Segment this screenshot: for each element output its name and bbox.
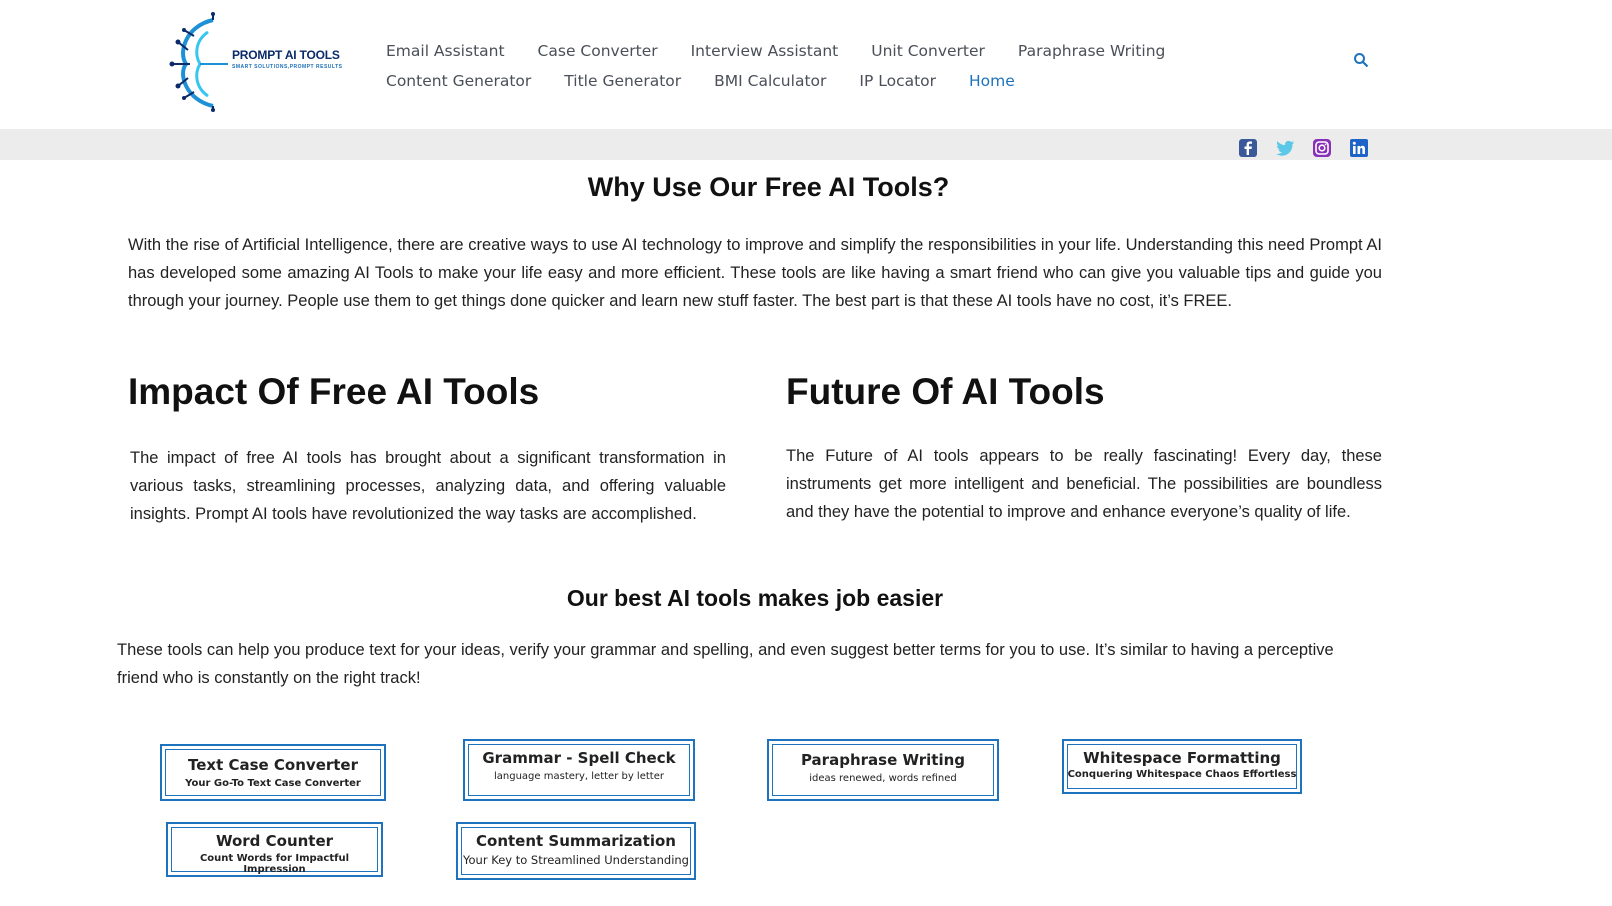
linkedin-icon[interactable]	[1349, 138, 1369, 158]
grammar-spell-check-button[interactable]: Grammar - Spell Check language mastery, …	[463, 739, 695, 801]
nav-unit-converter[interactable]: Unit Converter	[871, 42, 985, 60]
nav-row: Content Generator Title Generator BMI Ca…	[386, 66, 1206, 96]
tool-name: Text Case Converter	[187, 756, 359, 774]
search-icon[interactable]	[1353, 52, 1369, 68]
why-text: With the rise of Artificial Intelligence…	[128, 236, 1382, 310]
best-text: These tools can help you produce text fo…	[117, 641, 1334, 687]
impact-text: The impact of free AI tools has brought …	[130, 449, 726, 523]
tool-name: Paraphrase Writing	[800, 751, 966, 769]
tool-name: Whitespace Formatting	[1083, 749, 1281, 767]
site-logo[interactable]: PROMPT AI TOOLS SMART SOLUTIONS,PROMPT R…	[168, 12, 352, 112]
instagram-icon[interactable]	[1312, 138, 1332, 158]
content-summarization-button[interactable]: Content Summarization Your Key to Stream…	[456, 822, 696, 880]
tool-tagline: Conquering Whitespace Chaos Effortless	[1067, 769, 1297, 780]
nav-row: Email Assistant Case Converter Interview…	[386, 36, 1206, 66]
best-title: Our best AI tools makes job easier	[566, 585, 944, 611]
tool-tagline: Your Go-To Text Case Converter	[185, 778, 361, 789]
nav-paraphrase-writing[interactable]: Paraphrase Writing	[1018, 42, 1165, 60]
text-case-converter-button[interactable]: Text Case Converter Your Go-To Text Case…	[160, 744, 386, 801]
why-title: Why Use Our Free AI Tools?	[587, 172, 950, 202]
logo-tagline: SMART SOLUTIONS,PROMPT RESULTS	[232, 64, 343, 70]
twitter-icon[interactable]	[1275, 138, 1295, 158]
facebook-icon[interactable]	[1238, 138, 1258, 158]
nav-home[interactable]: Home	[969, 72, 1015, 90]
nav-email-assistant[interactable]: Email Assistant	[386, 42, 505, 60]
word-counter-button[interactable]: Word Counter Count Words for Impactful I…	[166, 822, 383, 877]
nav-case-converter[interactable]: Case Converter	[538, 42, 658, 60]
site-header: PROMPT AI TOOLS SMART SOLUTIONS,PROMPT R…	[0, 0, 1612, 129]
tool-tagline: Count Words for Impactful Impression	[199, 853, 350, 875]
main-nav: Email Assistant Case Converter Interview…	[386, 36, 1206, 96]
paraphrase-writing-button[interactable]: Paraphrase Writing ideas renewed, words …	[767, 739, 999, 801]
tool-name: Word Counter	[215, 832, 334, 850]
social-bar	[0, 129, 1612, 160]
future-title: Future Of AI Tools	[786, 371, 1105, 412]
future-text: The Future of AI tools appears to be rea…	[786, 447, 1382, 521]
circuit-logo-icon	[169, 12, 228, 112]
tool-name: Grammar - Spell Check	[482, 749, 676, 767]
logo-text: PROMPT AI TOOLS	[232, 48, 340, 62]
nav-content-generator[interactable]: Content Generator	[386, 72, 531, 90]
nav-title-generator[interactable]: Title Generator	[564, 72, 681, 90]
tool-tagline: Your Key to Streamlined Understanding	[463, 853, 689, 867]
tool-tagline: ideas renewed, words refined	[809, 773, 957, 784]
impact-title: Impact Of Free AI Tools	[128, 371, 540, 412]
nav-bmi-calculator[interactable]: BMI Calculator	[714, 72, 826, 90]
tool-tagline: language mastery, letter by letter	[494, 771, 664, 782]
nav-ip-locator[interactable]: IP Locator	[859, 72, 936, 90]
whitespace-formatting-button[interactable]: Whitespace Formatting Conquering Whitesp…	[1062, 739, 1302, 794]
nav-interview-assistant[interactable]: Interview Assistant	[691, 42, 839, 60]
tool-name: Content Summarization	[476, 832, 676, 850]
